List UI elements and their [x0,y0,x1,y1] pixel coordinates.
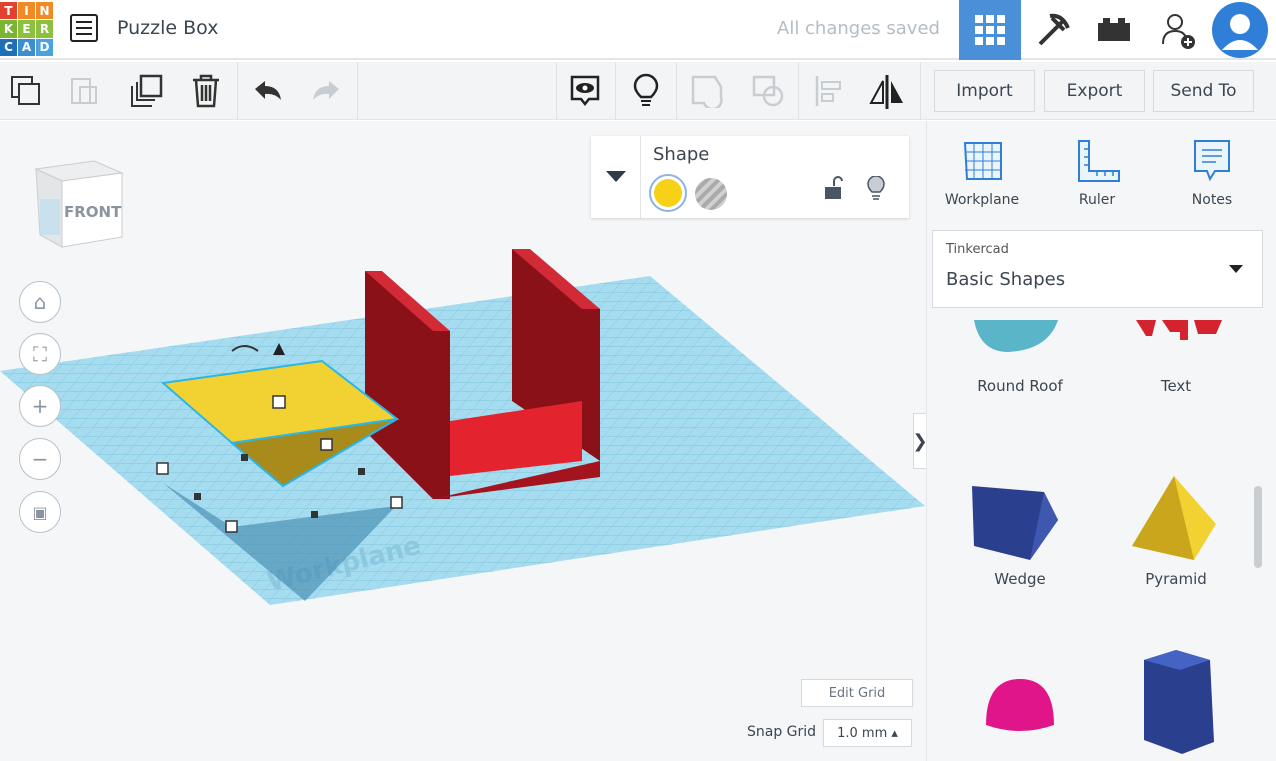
snap-grid-select[interactable]: 1.0 mm ▴ [823,719,912,747]
round-roof-thumbnail[interactable] [974,320,1060,354]
save-status: All changes saved [777,18,940,39]
edit-grid-button[interactable]: Edit Grid [801,679,913,707]
workplane-icon [961,139,1005,183]
align-icon [814,74,844,108]
chevron-down-icon [606,171,626,183]
snap-grid-label: Snap Grid [747,724,816,740]
collapse-panel-button[interactable]: ❯ [913,413,927,469]
ungroup-icon [751,74,785,108]
mirror-button[interactable] [862,62,912,120]
text-thumbnail[interactable] [1130,320,1226,342]
workplane-tool[interactable]: Workplane [937,192,1027,208]
inspector-title: Shape [653,144,709,165]
shape-label-text: Text [1101,377,1251,395]
paste-icon [68,75,100,107]
logo-letter: K [0,20,17,37]
logo-letter: R [36,20,53,37]
pickaxe-icon [1032,10,1072,50]
avatar-icon [1212,2,1268,58]
invite-user-button[interactable] [1147,0,1209,60]
shape-label-pyramid: Pyramid [1101,570,1251,588]
library-category: Basic Shapes [946,269,1065,290]
hole-button[interactable] [695,178,727,210]
trash-icon [191,74,221,108]
home-icon: ⌂ [34,290,47,314]
undo-button[interactable] [243,62,293,120]
undo-icon [253,79,283,103]
logo-letter: N [36,2,53,19]
redo-icon [311,79,341,103]
top-header: T I N K E R C A D Puzzle Box All changes… [0,0,1276,60]
zoom-out-button[interactable]: − [19,438,61,480]
half-sphere-thumbnail[interactable] [984,675,1056,735]
group-icon [690,74,724,108]
redo-button[interactable] [301,62,351,120]
polygon-thumbnail[interactable] [1136,650,1216,761]
add-user-icon [1160,10,1196,50]
show-all-button[interactable] [560,62,610,120]
design-title[interactable]: Puzzle Box [117,17,218,39]
fit-view-button[interactable]: ⛶ [19,333,61,375]
eye-bubble-icon [569,74,601,108]
home-view-button[interactable]: ⌂ [19,281,61,323]
shape-library-select[interactable]: Tinkercad Basic Shapes [932,230,1263,308]
tinkercad-logo[interactable]: T I N K E R C A D [0,2,54,56]
ungroup-button[interactable] [743,62,793,120]
delete-button[interactable] [181,62,231,120]
shape-list-scrollbar[interactable] [1254,486,1262,568]
import-button[interactable]: Import [934,70,1035,112]
notes-icon [1193,139,1231,183]
logo-letter: E [18,20,35,37]
ruler-icon [1077,139,1121,183]
main-toolbar: Import Export Send To [0,62,1276,120]
minus-icon: − [32,447,49,471]
export-button[interactable]: Export [1044,70,1145,112]
logo-letter: A [18,39,35,56]
view-cube-front-label: FRONT [64,203,121,221]
send-to-button[interactable]: Send To [1153,70,1254,112]
wedge-thumbnail[interactable] [970,484,1062,564]
visibility-bulb-icon[interactable] [867,176,885,202]
chevron-down-icon [1229,265,1243,274]
shape-label-round-roof: Round Roof [945,377,1095,395]
group-button[interactable] [682,62,732,120]
view-cube[interactable]: FRONT [34,159,124,251]
plus-icon: + [32,394,49,418]
hide-button[interactable] [621,62,671,120]
library-provider: Tinkercad [946,242,1009,257]
logo-letter: D [36,39,53,56]
copy-button[interactable] [1,62,51,120]
shape-list: Round Roof Text Wedge Pyramid [930,320,1270,761]
perspective-button[interactable]: ▣ [19,491,61,533]
duplicate-icon [129,74,163,108]
logo-letter: C [0,39,17,56]
zoom-in-button[interactable]: + [19,385,61,427]
paste-button[interactable] [59,62,109,120]
logo-letter: I [18,2,35,19]
pyramid-thumbnail[interactable] [1130,474,1218,564]
lightbulb-icon [632,73,660,109]
3d-view-button[interactable] [959,0,1021,60]
blocks-view-button[interactable] [1021,0,1083,60]
bricks-view-button[interactable] [1083,0,1145,60]
grid-icon [974,14,1006,46]
fit-icon: ⛶ [33,342,47,366]
shape-label-wedge: Wedge [945,570,1095,588]
align-button[interactable] [804,62,854,120]
mirror-icon [867,73,907,109]
cube-icon: ▣ [32,503,47,522]
unlock-icon[interactable] [823,176,843,200]
brick-icon [1096,15,1132,45]
duplicate-button[interactable] [121,62,171,120]
logo-letter: T [0,2,17,19]
design-list-icon[interactable] [70,14,98,42]
copy-icon [10,75,42,107]
ruler-tool[interactable]: Ruler [1052,192,1142,208]
solid-color-button[interactable] [649,174,687,212]
user-avatar[interactable] [1210,0,1270,60]
notes-tool[interactable]: Notes [1167,192,1257,208]
collapse-inspector-button[interactable] [591,136,641,218]
shape-inspector: Shape [591,136,909,218]
